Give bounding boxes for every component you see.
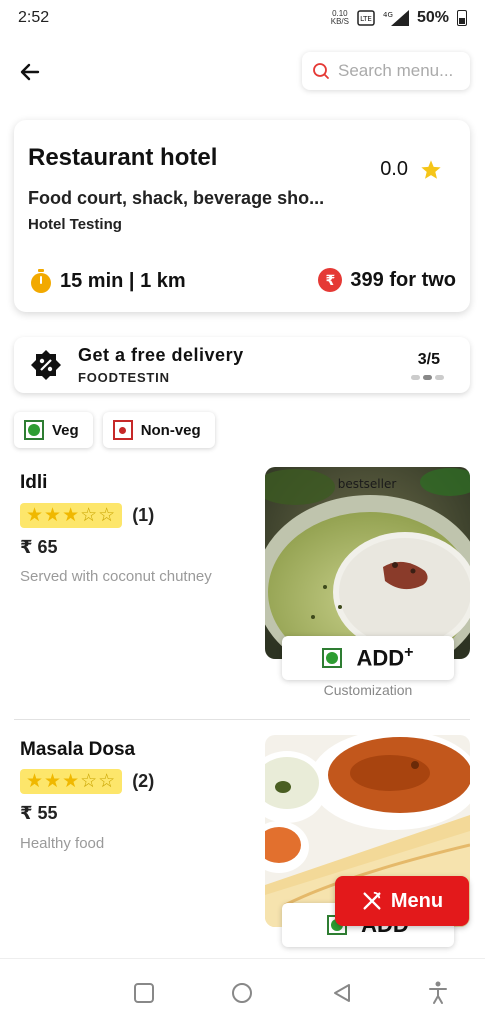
top-bar (0, 50, 485, 94)
diet-filters: Veg Non-veg (14, 412, 215, 448)
signal-icon: 4G (383, 10, 409, 26)
star-icon (421, 159, 441, 179)
item-rating: ★★★☆☆ (1) (20, 502, 154, 528)
triangle-back-icon (334, 984, 350, 1002)
back-arrow-icon (20, 63, 40, 81)
item-description: Healthy food (20, 835, 105, 852)
status-icons: 0.10 KB/S LTE 4G 50% (331, 9, 467, 27)
offer-title: Get a free delivery (78, 345, 244, 365)
battery-percent: 50% (416, 9, 449, 26)
accessibility-icon (429, 981, 447, 1004)
customization-label: Customization (323, 682, 413, 698)
menu-button[interactable]: Menu (335, 876, 469, 926)
price-for-two-text: 399 for two (350, 268, 456, 291)
home-button[interactable] (228, 979, 256, 1007)
search-input[interactable] (338, 61, 462, 81)
pagination-dot-active (423, 375, 432, 380)
filter-veg[interactable]: Veg (14, 412, 93, 448)
rupee-icon: ₹ (318, 268, 343, 292)
restaurant-name: Restaurant hotel (28, 144, 218, 171)
item-image-idli[interactable]: bestseller (265, 467, 470, 659)
volte-icon: LTE (357, 10, 375, 26)
recents-button[interactable] (130, 979, 158, 1007)
restaurant-rating[interactable]: 0.0 (380, 158, 442, 181)
status-time: 2:52 (18, 9, 50, 26)
offer-card[interactable]: Get a free delivery FOODTESTIN 3/5 (14, 337, 470, 393)
system-nav-bar (0, 958, 485, 1024)
rating-stars: ★★★☆☆ (20, 768, 123, 794)
idli-plate-image: bestseller (265, 467, 470, 659)
item-price: ₹ 65 (20, 537, 58, 557)
timer-icon (31, 269, 51, 293)
rating-count: (1) (132, 504, 155, 525)
offer-pagination (411, 375, 444, 380)
pagination-dot (435, 375, 444, 380)
veg-icon (24, 420, 44, 440)
menu-button-label: Menu (390, 889, 444, 912)
offer-code: FOODTESTIN (78, 370, 170, 385)
network-label: 4G (383, 11, 393, 19)
add-label: ADD+ (356, 644, 414, 671)
rating-value: 0.0 (380, 158, 408, 180)
back-button[interactable] (14, 56, 46, 88)
rating-count: (2) (132, 770, 155, 791)
item-price: ₹ 55 (20, 803, 58, 823)
item-name: Idli (20, 472, 48, 493)
net-speed: 0.10 KB/S (330, 9, 349, 26)
rating-stars: ★★★☆☆ (20, 502, 123, 528)
filter-non-veg[interactable]: Non-veg (102, 412, 215, 448)
restaurant-cuisine: Food court, shack, beverage sho... (28, 188, 325, 208)
discount-badge-icon (31, 350, 61, 380)
delivery-time: 15 min | 1 km (28, 268, 186, 294)
svg-text:LTE: LTE (360, 15, 372, 23)
offer-counter: 3/5 (417, 351, 440, 368)
search-icon (313, 63, 329, 79)
bestseller-tag: bestseller (338, 477, 397, 491)
item-description: Served with coconut chutney (20, 568, 212, 585)
divider (14, 719, 470, 720)
restaurant-card: Restaurant hotel 0.0 Food court, shack, … (14, 120, 470, 312)
accessibility-button[interactable] (424, 979, 452, 1007)
circle-icon (232, 983, 252, 1003)
veg-icon (322, 648, 343, 668)
filter-veg-label: Veg (52, 421, 79, 439)
non-veg-icon (112, 420, 133, 440)
item-rating: ★★★☆☆ (2) (20, 768, 154, 794)
status-bar: 2:52 0.10 KB/S LTE 4G 50% (0, 0, 485, 36)
fork-knife-icon (363, 891, 381, 910)
pagination-dot (411, 375, 420, 380)
price-for-two: ₹ 399 for two (318, 268, 456, 292)
add-button[interactable]: ADD+ (282, 636, 454, 680)
search-box[interactable] (302, 52, 470, 90)
battery-icon (457, 10, 467, 26)
filter-non-veg-label: Non-veg (140, 421, 201, 439)
time-distance-text: 15 min | 1 km (60, 269, 186, 292)
back-nav-button[interactable] (328, 979, 356, 1007)
item-name: Masala Dosa (20, 739, 136, 760)
restaurant-subtitle: Hotel Testing (28, 216, 122, 233)
square-icon (134, 983, 154, 1003)
